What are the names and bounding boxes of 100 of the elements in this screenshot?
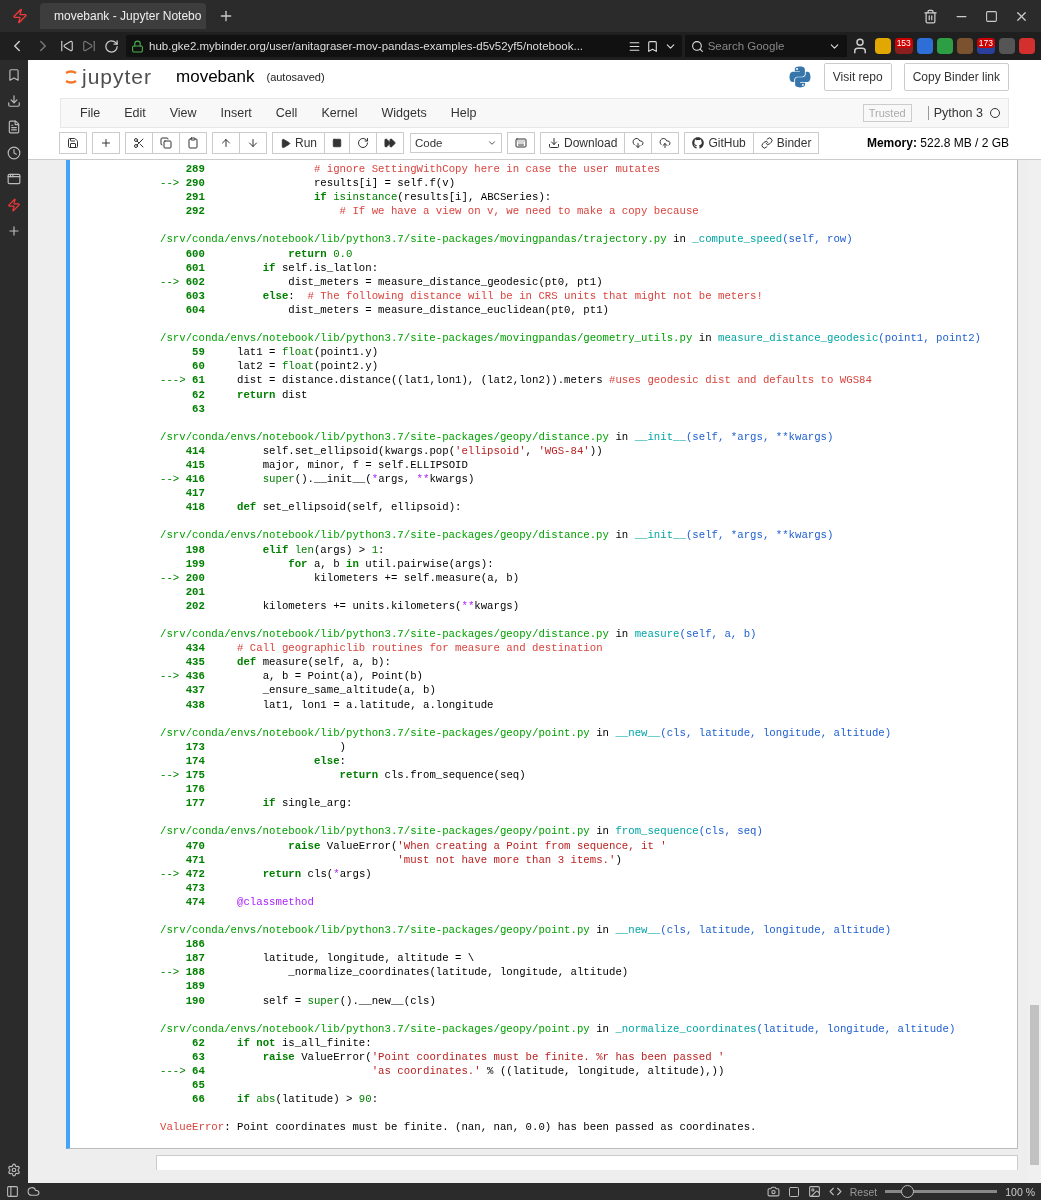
header-button[interactable]: Visit repo (823, 63, 892, 91)
extension-icon[interactable] (916, 38, 933, 54)
search-field[interactable]: Search Google (684, 35, 847, 57)
current-line-arrow: --> (160, 670, 180, 683)
line-number: 438 (185, 698, 205, 711)
header-button[interactable]: Copy Binder link (903, 63, 1009, 91)
download-icon (7, 94, 21, 108)
save-button[interactable] (59, 132, 87, 154)
github-button[interactable]: GitHub (684, 132, 754, 154)
code-line: # Call geographiclib routines for measure and destination (235, 642, 603, 655)
line-number: 437 (185, 684, 205, 697)
bookmark-icon (645, 39, 659, 53)
window-icon (7, 172, 21, 186)
extension-badge: 153 (894, 38, 913, 48)
traceback-frame-header: /srv/conda/envs/notebook/lib/python3.7/site-packages/geopy/point.py in __new__(cls, latitude, longitude, altitude) (160, 725, 893, 740)
extension-icon[interactable]: 173 (976, 38, 995, 54)
notebook-name[interactable]: movebank (176, 67, 255, 87)
input-cell[interactable] (156, 1155, 1018, 1171)
cloud-download-icon (632, 137, 645, 149)
menu-item[interactable]: Help (439, 106, 488, 120)
code-line: latitude, longitude, altitude = \ (261, 952, 475, 965)
jupyter-logo[interactable]: jupyter (64, 65, 153, 89)
extension-icon[interactable] (936, 38, 953, 54)
menu-item[interactable]: View (158, 106, 208, 120)
menu-item[interactable]: Insert (209, 106, 263, 120)
code-line: results[i] = self.f(v) (312, 177, 456, 190)
lock-icon (131, 39, 144, 53)
line-number: 473 (185, 881, 205, 894)
binder-button[interactable]: Binder (752, 132, 820, 154)
scissors-icon (133, 137, 145, 149)
restart-button[interactable] (349, 132, 377, 154)
current-line-arrow: --> (160, 769, 180, 782)
cloud-download-button[interactable] (624, 132, 653, 154)
save-status: (autosaved) (266, 71, 325, 83)
current-line-arrow: --> (160, 177, 180, 190)
code-line: 'as coordinates.' % ((latitude, longitude, altitude),)) (370, 1065, 725, 1077)
add-cell-button[interactable] (92, 132, 120, 154)
code-line: if abs(latitude) > 90: (235, 1093, 379, 1106)
code-line: return cls(*args) (261, 867, 372, 880)
current-line-arrow: ---> (160, 374, 186, 387)
cut-button[interactable] (125, 132, 153, 154)
cell-type-select[interactable]: Code (410, 133, 502, 153)
code-icon (828, 1185, 842, 1198)
code-line: def set_ellipsoid(self, ellipsoid): (235, 501, 462, 514)
cloud-upload-icon (659, 137, 672, 149)
code-line: @classmethod (235, 895, 314, 908)
run-button[interactable]: Run (272, 132, 325, 154)
menu-item[interactable]: Edit (113, 106, 157, 120)
line-number: 188 (185, 966, 205, 979)
fast-forward-icon (384, 137, 396, 149)
zoom-reset-link[interactable]: Reset (849, 1185, 878, 1198)
code-line: self.set_ellipsoid(kwargs.pop('ellipsoid', 'WGS-84')) (261, 444, 603, 457)
menu-item[interactable]: Cell (264, 106, 309, 120)
code-line: else: # The following distance will be in CRS units that might not be meters! (261, 289, 763, 302)
restart-icon (357, 137, 369, 149)
line-number: 474 (185, 895, 205, 908)
move-up-button[interactable] (212, 132, 240, 154)
python-logo-icon (787, 65, 812, 89)
menu-item[interactable]: File (69, 106, 112, 120)
copy-icon (160, 137, 172, 149)
code-line: if isinstance(results[i], ABCSeries): (312, 191, 552, 204)
menu-item[interactable]: Kernel (310, 106, 369, 120)
link-icon (760, 137, 773, 149)
play-icon (280, 137, 291, 149)
line-number: 200 (185, 571, 205, 584)
stop-button[interactable] (324, 132, 350, 154)
bookmark-icon (7, 68, 21, 82)
paste-button[interactable] (179, 132, 207, 154)
line-number: 417 (185, 487, 205, 500)
run-all-button[interactable] (376, 132, 404, 154)
line-number: 63 (192, 402, 205, 415)
line-number: 62 (192, 388, 205, 401)
menu-item[interactable]: Widgets (370, 106, 438, 120)
zoom-level: 100 % (1005, 1185, 1035, 1198)
extension-icon[interactable]: 153 (894, 38, 913, 54)
reader-view-icon (627, 39, 641, 53)
address-field[interactable]: hub.gke2.mybinder.org/user/anitagraser-mov-pandas-examples-d5v52yf5/notebook... (126, 35, 682, 57)
current-line-arrow: --> (160, 966, 180, 979)
camera-icon (766, 1185, 780, 1198)
code-line: elif len(args) > 1: (261, 543, 385, 556)
extension-icon[interactable] (874, 38, 891, 54)
traceback-frame-header: /srv/conda/envs/notebook/lib/python3.7/site-packages/geopy/point.py in _normalize_coordinates(latitude, longitude, altitude) (160, 1021, 957, 1036)
code-line: kilometers += self.measure(a, b) (312, 571, 520, 584)
keyboard-icon (515, 137, 527, 149)
line-number: 190 (185, 994, 205, 1007)
clock-icon (7, 146, 21, 160)
download-button[interactable]: Download (540, 132, 626, 154)
code-line: dist_meters = measure_distance_euclidean(pt0, pt1) (287, 303, 609, 316)
line-number: 60 (192, 360, 205, 373)
traceback-frame-header: /srv/conda/envs/notebook/lib/python3.7/site-packages/geopy/distance.py in __init__(self, *args, **kwargs) (160, 528, 835, 543)
current-line-arrow: --> (160, 571, 180, 584)
keyboard-button[interactable] (507, 132, 535, 154)
move-down-button[interactable] (239, 132, 267, 154)
browser-tab[interactable]: movebank - Jupyter Notebo (40, 3, 206, 29)
clipboard-icon (187, 137, 199, 149)
download-icon (548, 137, 560, 149)
line-number: 66 (192, 1093, 205, 1106)
cloud-upload-button[interactable] (651, 132, 680, 154)
scrollbar-thumb[interactable] (1030, 1005, 1039, 1165)
line-number: 201 (185, 585, 205, 598)
